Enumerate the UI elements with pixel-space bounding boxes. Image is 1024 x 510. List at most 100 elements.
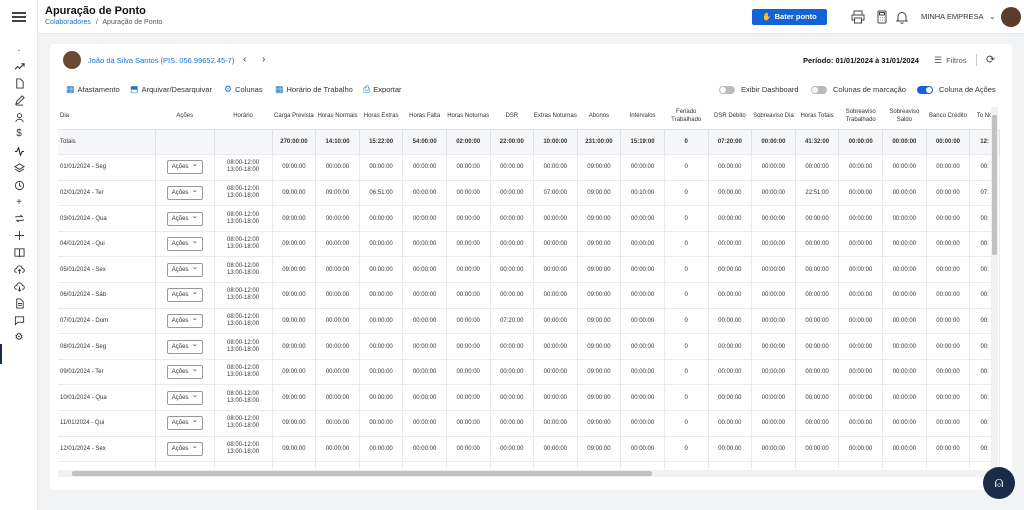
company-selector[interactable]: MINHA EMPRESA ⌄ bbox=[921, 12, 996, 21]
prev-employee-icon[interactable]: ‹ bbox=[243, 54, 246, 65]
user-icon[interactable] bbox=[11, 111, 27, 125]
employee-avatar bbox=[63, 51, 81, 69]
pen-icon[interactable] bbox=[11, 94, 27, 108]
total-cell: 00:00:00 bbox=[751, 129, 796, 156]
repeat-icon[interactable] bbox=[11, 212, 27, 226]
toggle-switch[interactable] bbox=[917, 86, 933, 95]
plus-icon[interactable]: + bbox=[11, 196, 27, 210]
acoes-dropdown[interactable]: Ações bbox=[166, 390, 203, 405]
dot-icon[interactable]: · bbox=[11, 44, 27, 58]
column-header: DSR Débito bbox=[708, 103, 752, 130]
table-row[interactable]: 05/01/2024 - Sex Ações 08:00-12:0013:00-18… bbox=[58, 256, 1000, 284]
layers-icon[interactable] bbox=[11, 162, 27, 176]
table-row[interactable]: 06/01/2024 - Sáb Ações 08:00-12:0013:00-18… bbox=[58, 282, 1000, 309]
colunas-button[interactable]: ⚙ Colunas bbox=[224, 84, 263, 95]
value-cell: 00:00:00 bbox=[926, 180, 971, 207]
value-cell: 22:51:00 bbox=[795, 180, 840, 207]
horizontal-scrollbar[interactable] bbox=[58, 470, 990, 477]
acoes-dropdown[interactable]: Ações bbox=[166, 415, 203, 431]
afastamento-button[interactable]: ▦ Afastamento bbox=[66, 84, 120, 95]
period-label[interactable]: Período: 01/01/2024 à 31/01/2024 bbox=[803, 56, 919, 65]
calculator-icon[interactable] bbox=[875, 10, 889, 24]
acoes-dropdown[interactable]: Ações bbox=[166, 185, 203, 200]
toggle-switch[interactable] bbox=[719, 86, 735, 95]
toggle-switch[interactable] bbox=[811, 86, 827, 95]
actions-cell: Ações bbox=[155, 154, 215, 181]
acoes-dropdown[interactable]: Ações bbox=[166, 287, 203, 303]
value-cell: 09:00:00 bbox=[577, 359, 622, 386]
value-cell bbox=[533, 461, 578, 468]
breadcrumb-colaboradores[interactable]: Colaboradores bbox=[45, 19, 91, 26]
value-cell: 00:00:00 bbox=[446, 180, 491, 207]
message-icon[interactable] bbox=[11, 314, 27, 328]
value-cell: 00:00:00 bbox=[795, 410, 840, 437]
toggle-colunas-marcacao[interactable]: Colunas de marcação bbox=[811, 85, 906, 95]
book-icon[interactable] bbox=[11, 246, 27, 260]
actions-cell: Ações bbox=[155, 436, 215, 463]
value-cell: 09:00:00 bbox=[272, 282, 317, 309]
table-row[interactable]: 04/01/2024 - Qui Ações 08:00-12:0013:00-18… bbox=[58, 231, 1000, 258]
settings-icon[interactable]: ⚙ bbox=[11, 331, 27, 345]
acoes-dropdown[interactable]: Ações bbox=[166, 339, 203, 354]
value-cell: 09:00:00 bbox=[315, 180, 360, 207]
value-cell: 00:00:00 bbox=[751, 256, 796, 284]
value-cell: 00:00:00 bbox=[926, 359, 971, 386]
table-row[interactable]: Ações08:00-12:00 bbox=[58, 461, 1000, 468]
table-row[interactable]: 02/01/2024 - Ter Ações 08:00-12:0013:00-18… bbox=[58, 180, 1000, 207]
print-icon[interactable] bbox=[851, 10, 865, 24]
employee-name[interactable]: João da Silva Santos (PIS: 056.99652.45-… bbox=[88, 56, 234, 65]
toggle-exibir-dashboard[interactable]: Exibir Dashboard bbox=[719, 85, 799, 95]
cloud-download-icon[interactable] bbox=[11, 280, 27, 294]
value-cell bbox=[315, 461, 360, 468]
filter-icon: ☰ bbox=[934, 55, 943, 65]
pulse-icon[interactable] bbox=[11, 145, 27, 159]
acoes-dropdown[interactable]: Ações bbox=[166, 441, 203, 456]
table-row[interactable]: 12/01/2024 - Sex Ações 08:00-12:0013:00-18… bbox=[58, 436, 1000, 463]
dollar-icon[interactable]: $ bbox=[11, 127, 27, 141]
scroll-thumb[interactable] bbox=[72, 471, 652, 476]
horario-cell: 08:00-12:00 13:00-18:00 bbox=[214, 359, 273, 386]
archive-icon: ⬒ bbox=[130, 84, 139, 94]
value-cell: 00:00:00 bbox=[882, 282, 927, 309]
value-cell bbox=[926, 461, 971, 468]
table-row[interactable]: 08/01/2024 - Seg Ações 08:00-12:0013:00-18… bbox=[58, 333, 1000, 360]
bell-icon[interactable] bbox=[895, 10, 909, 24]
next-employee-icon[interactable]: › bbox=[262, 54, 265, 65]
value-cell: 00:00:00 bbox=[359, 333, 404, 360]
filters-button[interactable]: ☰ Filtros bbox=[934, 55, 967, 66]
table-row[interactable]: 11/01/2024 - Qui Ações 08:00-12:0013:00-18… bbox=[58, 410, 1000, 437]
help-button[interactable]: ⍝ bbox=[983, 467, 1015, 499]
table-row[interactable]: 09/01/2024 - Ter Ações 08:00-12:0013:00-18… bbox=[58, 359, 1000, 386]
table-row[interactable]: 01/01/2024 - Seg Ações 08:00-12:0013:00-18… bbox=[58, 154, 1000, 181]
arquivar-button[interactable]: ⬒ Arquivar/Desarquivar bbox=[130, 84, 212, 95]
exportar-button[interactable]: ⎙ Exportar bbox=[363, 84, 402, 95]
horario-trabalho-button[interactable]: ▦ Horário de Trabalho bbox=[275, 84, 353, 95]
document-icon[interactable] bbox=[11, 77, 27, 91]
clock-icon[interactable] bbox=[11, 179, 27, 193]
acoes-dropdown[interactable]: Ações bbox=[166, 262, 203, 277]
bater-ponto-button[interactable]: ✋ Bater ponto bbox=[752, 9, 827, 25]
move-icon[interactable] bbox=[11, 229, 27, 243]
table-row[interactable]: 03/01/2024 - Qua Ações 08:00-12:0013:00-18… bbox=[58, 205, 1000, 232]
user-avatar[interactable] bbox=[1001, 7, 1021, 27]
apuracao-table-container[interactable]: Dia Ações Horário Carga Prevista Horas Norma… bbox=[58, 103, 1000, 468]
table-row[interactable]: 07/01/2024 - Dom Ações 08:00-12:0013:00-18… bbox=[58, 308, 1000, 335]
horario-cell: 08:00-12:00 13:00-18:00 bbox=[214, 180, 273, 207]
acoes-dropdown[interactable]: Ações bbox=[166, 211, 203, 226]
vertical-scrollbar[interactable] bbox=[991, 107, 998, 469]
acoes-dropdown[interactable]: Ações bbox=[166, 364, 203, 380]
table-row[interactable]: 10/01/2024 - Qua Ações 08:00-12:0013:00-18… bbox=[58, 384, 1000, 412]
value-cell: 00:00:00 bbox=[882, 154, 927, 181]
file-text-icon[interactable] bbox=[11, 297, 27, 311]
trend-icon[interactable] bbox=[11, 60, 27, 74]
column-header: Carga Prevista bbox=[272, 103, 316, 130]
scroll-thumb[interactable] bbox=[992, 115, 997, 255]
menu-icon[interactable] bbox=[12, 10, 26, 24]
toggle-coluna-acoes[interactable]: Coluna de Ações bbox=[917, 85, 996, 95]
value-cell: 00:00:00 bbox=[708, 154, 753, 181]
acoes-dropdown[interactable]: Ações bbox=[166, 313, 203, 328]
cloud-upload-icon[interactable] bbox=[11, 263, 27, 277]
acoes-dropdown[interactable]: Ações bbox=[166, 236, 203, 252]
refresh-icon[interactable]: ⟳ bbox=[986, 53, 995, 66]
acoes-dropdown[interactable]: Ações bbox=[166, 159, 203, 175]
